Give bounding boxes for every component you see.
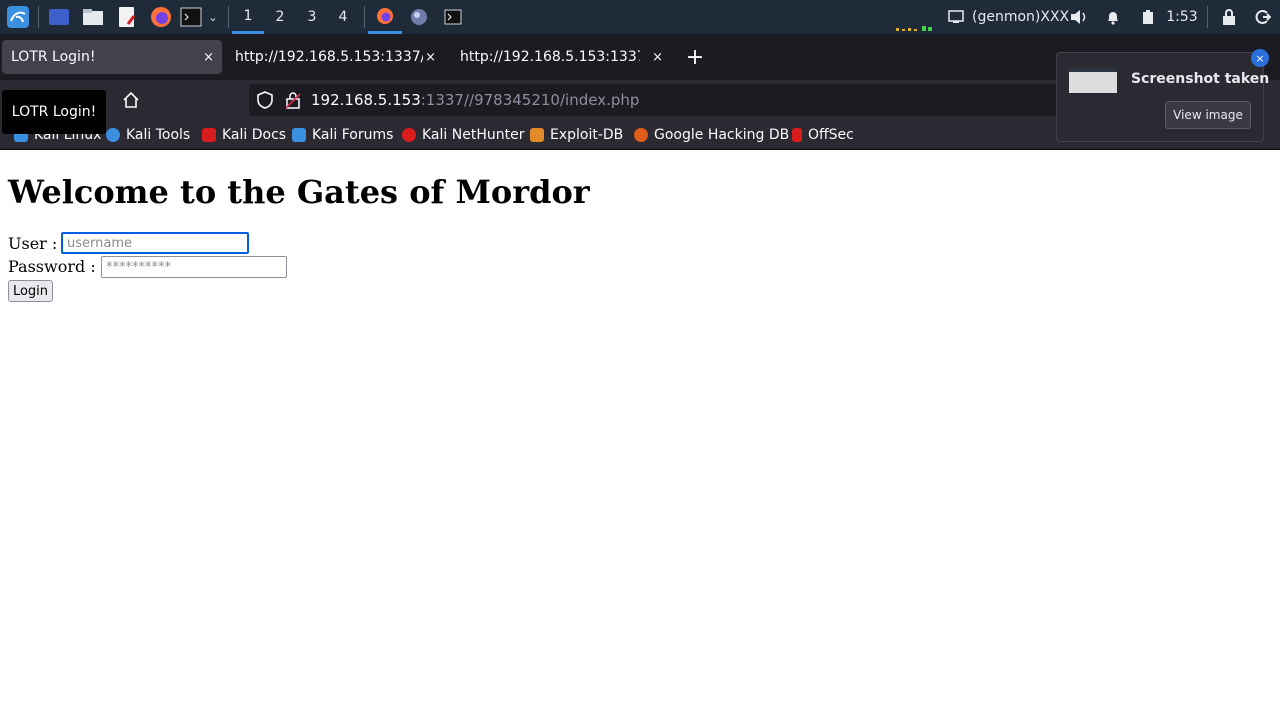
bookmark-exploit-db[interactable]: Exploit-DB: [530, 120, 623, 150]
notification-title: Screenshot taken: [1131, 71, 1270, 87]
bookmark-kali-tools[interactable]: Kali Tools: [106, 120, 190, 150]
google-hacking-db-icon: [634, 128, 648, 142]
url-path: :1337//978345210/index.php: [420, 91, 640, 109]
notification-bell-icon[interactable]: [1103, 0, 1123, 34]
workspace-1[interactable]: 1: [232, 0, 264, 34]
taskbar: ⌄ 1 2 3 4 (genmon)XXX 1:53: [0, 0, 1280, 34]
user-label: User :: [8, 234, 58, 253]
workspace-3[interactable]: 3: [296, 0, 328, 34]
bookmark-label: Kali NetHunter: [422, 127, 525, 143]
home-icon[interactable]: [121, 90, 141, 114]
tab-title: http://192.168.5.153:1337/rob: [235, 49, 423, 65]
bookmark-kali-forums[interactable]: Kali Forums: [292, 120, 393, 150]
genmon-label: (genmon)XXX: [972, 9, 1070, 25]
battery-icon[interactable]: [1138, 0, 1158, 34]
kali-forums-icon: [292, 128, 306, 142]
bookmark-label: OffSec: [808, 127, 854, 143]
url-bar[interactable]: 192.168.5.153:1337//978345210/index.php: [249, 84, 1101, 116]
tab-close-icon[interactable]: ×: [425, 50, 436, 65]
workspace-2[interactable]: 2: [264, 0, 296, 34]
tab-lotr-login[interactable]: LOTR Login! ×: [2, 40, 222, 74]
tab-robots[interactable]: http://192.168.5.153:1337/rob ×: [226, 40, 444, 74]
view-image-button[interactable]: View image: [1165, 101, 1251, 129]
bookmark-kali-nethunter[interactable]: Kali NetHunter: [402, 120, 524, 150]
notification-close-icon[interactable]: ×: [1251, 49, 1269, 67]
show-desktop-icon[interactable]: [46, 0, 72, 34]
page-content: Welcome to the Gates of Mordor User : Pa…: [0, 151, 1280, 720]
terminal-launcher-icon[interactable]: [179, 0, 203, 34]
kali-docs-icon: [202, 128, 216, 142]
url-host: 192.168.5.153: [311, 91, 421, 109]
username-input[interactable]: [61, 232, 249, 254]
cpu-graph-icon: [894, 0, 938, 34]
clock[interactable]: 1:53: [1164, 0, 1200, 34]
password-input[interactable]: [101, 256, 287, 278]
bookmark-label: Exploit-DB: [550, 127, 624, 143]
password-label: Password :: [8, 257, 96, 276]
lock-screen-icon[interactable]: [1218, 0, 1240, 34]
firefox-window-button[interactable]: [368, 0, 402, 34]
bookmark-google-hacking-db[interactable]: Google Hacking DB: [634, 120, 789, 150]
chevron-down-icon[interactable]: ⌄: [205, 0, 221, 34]
page-title: Welcome to the Gates of Mordor: [8, 173, 590, 211]
tab-tooltip: LOTR Login!: [2, 90, 106, 134]
terminal-window-button[interactable]: [438, 0, 468, 34]
url-text: 192.168.5.153:1337//978345210/index.php: [311, 91, 639, 109]
workspace-4[interactable]: 4: [327, 0, 359, 34]
login-button[interactable]: Login: [8, 280, 53, 302]
tab-title: LOTR Login!: [11, 49, 96, 65]
new-tab-button[interactable]: +: [682, 40, 708, 74]
shield-icon[interactable]: [257, 91, 273, 109]
firefox-launcher-icon[interactable]: [148, 0, 174, 34]
genmon-icon: [946, 0, 966, 34]
tab-close-icon[interactable]: ×: [652, 50, 663, 65]
logout-icon[interactable]: [1252, 0, 1274, 34]
file-manager-icon[interactable]: [80, 0, 106, 34]
screenshot-thumbnail[interactable]: [1069, 67, 1117, 93]
bookmark-label: Kali Docs: [222, 127, 287, 143]
kali-nethunter-icon: [402, 128, 416, 142]
kali-menu-icon[interactable]: [4, 0, 32, 34]
screenshot-notification: Screenshot taken View image ×: [1056, 49, 1269, 142]
bookmark-label: Google Hacking DB: [654, 127, 790, 143]
tab-close-icon[interactable]: ×: [203, 50, 214, 65]
tab-root[interactable]: http://192.168.5.153:1337/ ×: [450, 40, 672, 74]
bookmark-label: Kali Forums: [312, 127, 394, 143]
bookmark-label: Kali Tools: [126, 127, 191, 143]
text-editor-icon[interactable]: [114, 0, 140, 34]
app-window-button[interactable]: [404, 0, 434, 34]
kali-tools-icon: [106, 128, 120, 142]
insecure-lock-icon[interactable]: [285, 91, 301, 109]
volume-icon[interactable]: [1068, 0, 1090, 34]
offsec-icon: [792, 128, 802, 142]
bookmark-offsec[interactable]: OffSec: [792, 120, 854, 150]
tab-title: http://192.168.5.153:1337/: [460, 49, 640, 65]
exploit-db-icon: [530, 128, 544, 142]
bookmark-kali-docs[interactable]: Kali Docs: [202, 120, 286, 150]
